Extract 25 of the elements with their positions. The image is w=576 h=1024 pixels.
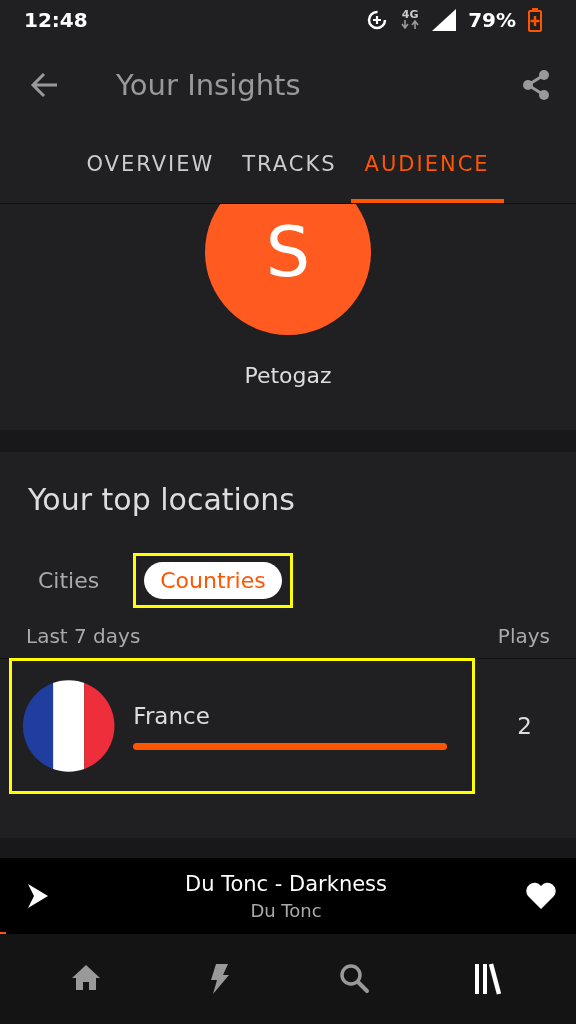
signal-icon [432,9,457,31]
section-title: Your top locations [27,481,296,519]
profile-name: Petogaz [244,363,332,388]
tab[interactable]: TRACKS [228,130,351,203]
battery-icon [528,8,542,32]
share-icon[interactable] [520,69,552,101]
filter-chip[interactable]: Cities [22,561,116,599]
country-name: France [133,702,211,729]
screen-title: Your Insights [116,68,302,102]
data-arrows-icon [400,20,421,29]
battery-level: 79% [468,8,516,32]
tab[interactable]: OVERVIEW [72,130,229,203]
play-count: 2 [517,713,532,739]
data-saver-icon [366,9,389,31]
heart-icon[interactable] [524,881,558,911]
search-icon[interactable] [338,962,372,996]
play-icon[interactable] [28,884,48,908]
period-label: Last 7 days [26,624,141,648]
network-type: 4G [400,9,420,20]
column-header: Plays [497,624,550,648]
avatar: S [205,204,371,335]
track-artist: Du Tonc [250,899,322,921]
status-time: 12:48 [24,8,89,32]
back-arrow-icon[interactable] [30,72,58,98]
track-title: Du Tonc - Darkness [185,871,387,896]
